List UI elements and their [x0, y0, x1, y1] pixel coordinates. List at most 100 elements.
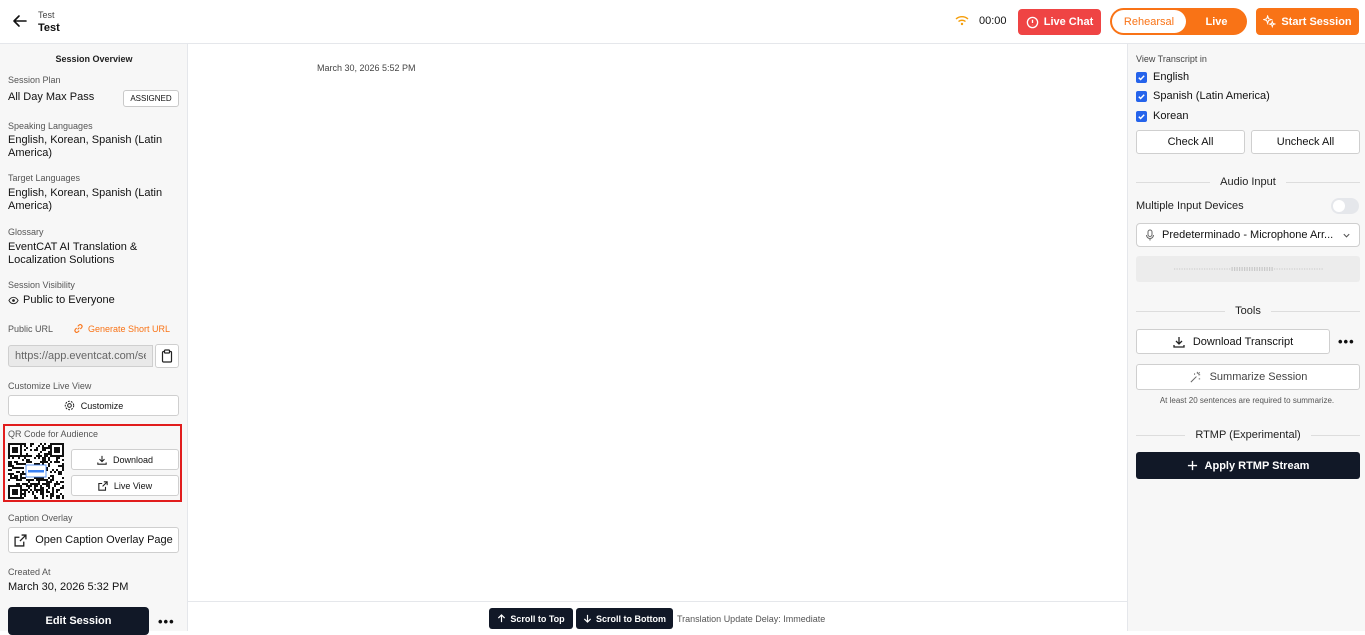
magic-wand-icon — [1190, 371, 1200, 383]
download-transcript-button[interactable]: Download Transcript — [1136, 329, 1330, 354]
arrow-up-icon — [498, 614, 506, 623]
toggle-knob — [1333, 200, 1345, 212]
clipboard-icon — [161, 349, 173, 363]
language-checkbox-english[interactable]: English — [1136, 71, 1189, 83]
speaking-languages-value: English, Korean, Spanish (Latin America) — [8, 134, 163, 159]
breadcrumb: Test — [38, 10, 55, 20]
back-arrow-icon[interactable] — [12, 13, 28, 29]
language-label: Korean — [1153, 110, 1189, 122]
generate-short-url-label: Generate Short URL — [88, 323, 171, 334]
mode-live[interactable]: Live — [1188, 10, 1245, 33]
plus-icon — [1187, 460, 1197, 471]
scroll-to-top-label: Scroll to Top — [510, 613, 565, 624]
sparkle-icon — [1263, 15, 1277, 28]
rtmp-heading: RTMP (Experimental) — [1136, 429, 1360, 441]
waveform-icon — [1174, 267, 1323, 271]
uncheck-all-button[interactable]: Uncheck All — [1251, 130, 1360, 154]
qr-code-label: QR Code for Audience — [8, 429, 99, 439]
session-timer: 00:00 — [979, 15, 1007, 27]
audio-level-meter — [1136, 256, 1360, 282]
customize-live-view-label: Customize Live View — [8, 381, 92, 391]
apply-rtmp-label: Apply RTMP Stream — [1204, 459, 1310, 472]
top-bar: Test Test 00:00 Live Chat Rehearsal Live… — [0, 0, 1365, 44]
qr-download-button[interactable]: Download — [71, 449, 179, 470]
scroll-to-bottom-label: Scroll to Bottom — [596, 613, 666, 624]
start-session-label: Start Session — [1281, 15, 1352, 28]
copy-url-button[interactable] — [155, 344, 179, 368]
apply-rtmp-button[interactable]: Apply RTMP Stream — [1136, 452, 1360, 479]
more-options-icon[interactable]: ••• — [158, 614, 175, 629]
transcript-area: March 30, 2026 5:52 PM Scroll to Top Scr… — [188, 44, 1127, 631]
summarize-session-button[interactable]: Summarize Session — [1136, 364, 1360, 390]
more-options-icon[interactable]: ••• — [1338, 334, 1355, 349]
target-languages-label: Target Languages — [8, 173, 81, 183]
input-device-select[interactable]: Predeterminado - Microphone Arr... — [1136, 223, 1360, 247]
public-url-field[interactable] — [8, 345, 153, 367]
public-url-label: Public URL — [8, 324, 54, 334]
session-overview-panel: Session Overview Session Plan All Day Ma… — [0, 44, 188, 635]
audio-input-title: Audio Input — [1220, 176, 1276, 188]
multiple-devices-toggle[interactable] — [1331, 198, 1359, 214]
checkbox-checked-icon[interactable] — [1136, 110, 1147, 122]
eye-icon — [8, 296, 19, 305]
view-transcript-label: View Transcript in — [1136, 54, 1207, 64]
assigned-badge: ASSIGNED — [123, 90, 179, 107]
glossary-value: EventCAT AI Translation & Localization S… — [8, 241, 138, 266]
qr-live-view-label: Live View — [113, 480, 153, 491]
rtmp-title: RTMP (Experimental) — [1195, 429, 1301, 441]
page-title: Test — [38, 22, 60, 34]
language-checkbox-spanish[interactable]: Spanish (Latin America) — [1136, 90, 1270, 102]
link-icon — [74, 324, 83, 333]
target-languages-value: English, Korean, Spanish (Latin America) — [8, 187, 163, 212]
customize-button[interactable]: Customize — [8, 395, 179, 416]
checkbox-checked-icon[interactable] — [1136, 90, 1147, 102]
external-link-icon — [14, 533, 27, 547]
download-transcript-label: Download Transcript — [1192, 335, 1294, 348]
signal-icon — [955, 16, 969, 26]
summarize-note: At least 20 sentences are required to su… — [1159, 396, 1335, 405]
created-at-value: March 30, 2026 5:32 PM — [8, 581, 129, 593]
language-label: English — [1153, 71, 1190, 83]
live-chat-button[interactable]: Live Chat — [1018, 9, 1101, 35]
visibility-value-row: Public to Everyone — [8, 294, 178, 307]
created-at-label: Created At — [8, 567, 51, 577]
section-title: Session Overview — [55, 54, 133, 64]
mode-toggle[interactable]: Rehearsal Live — [1110, 8, 1247, 35]
chevron-down-icon — [1343, 233, 1350, 238]
transcript-timestamp: March 30, 2026 5:52 PM — [317, 63, 416, 73]
gear-icon — [64, 400, 74, 411]
tools-heading: Tools — [1136, 305, 1360, 317]
external-link-icon — [98, 480, 108, 491]
scroll-to-bottom-button[interactable]: Scroll to Bottom — [576, 608, 673, 629]
arrow-down-icon — [583, 614, 592, 623]
input-device-value: Predeterminado - Microphone Arr... — [1162, 229, 1334, 241]
checkbox-checked-icon[interactable] — [1136, 71, 1147, 83]
qr-live-view-button[interactable]: Live View — [71, 475, 179, 496]
generate-short-url-link[interactable]: Generate Short URL — [73, 323, 170, 334]
download-icon — [97, 455, 107, 465]
transcript-footer: Scroll to Top Scroll to Bottom Translati… — [188, 601, 1127, 631]
visibility-label: Session Visibility — [8, 280, 75, 290]
open-caption-overlay-label: Open Caption Overlay Page — [35, 534, 173, 546]
microphone-icon — [1146, 229, 1154, 241]
live-chat-label: Live Chat — [1043, 16, 1094, 28]
mode-rehearsal[interactable]: Rehearsal — [1112, 10, 1186, 33]
qr-code-image — [8, 443, 64, 499]
chat-alert-icon — [1026, 16, 1038, 28]
check-all-button[interactable]: Check All — [1136, 130, 1245, 154]
open-caption-overlay-button[interactable]: Open Caption Overlay Page — [8, 527, 179, 553]
scroll-to-top-button[interactable]: Scroll to Top — [489, 608, 573, 629]
glossary-label: Glossary — [8, 227, 44, 237]
audio-input-heading: Audio Input — [1136, 176, 1360, 188]
language-checkbox-korean[interactable]: Korean — [1136, 110, 1188, 122]
qr-download-label: Download — [112, 454, 154, 465]
visibility-value: Public to Everyone — [23, 294, 115, 306]
summarize-session-label: Summarize Session — [1209, 371, 1308, 383]
language-label: Spanish (Latin America) — [1153, 90, 1270, 102]
translation-delay-text: Translation Update Delay: Immediate — [677, 614, 826, 624]
settings-panel: View Transcript in English Spanish (Lati… — [1127, 44, 1365, 631]
download-icon — [1173, 336, 1185, 348]
customize-button-label: Customize — [80, 400, 124, 411]
start-session-button[interactable]: Start Session — [1256, 8, 1359, 35]
speaking-languages-label: Speaking Languages — [8, 121, 93, 131]
